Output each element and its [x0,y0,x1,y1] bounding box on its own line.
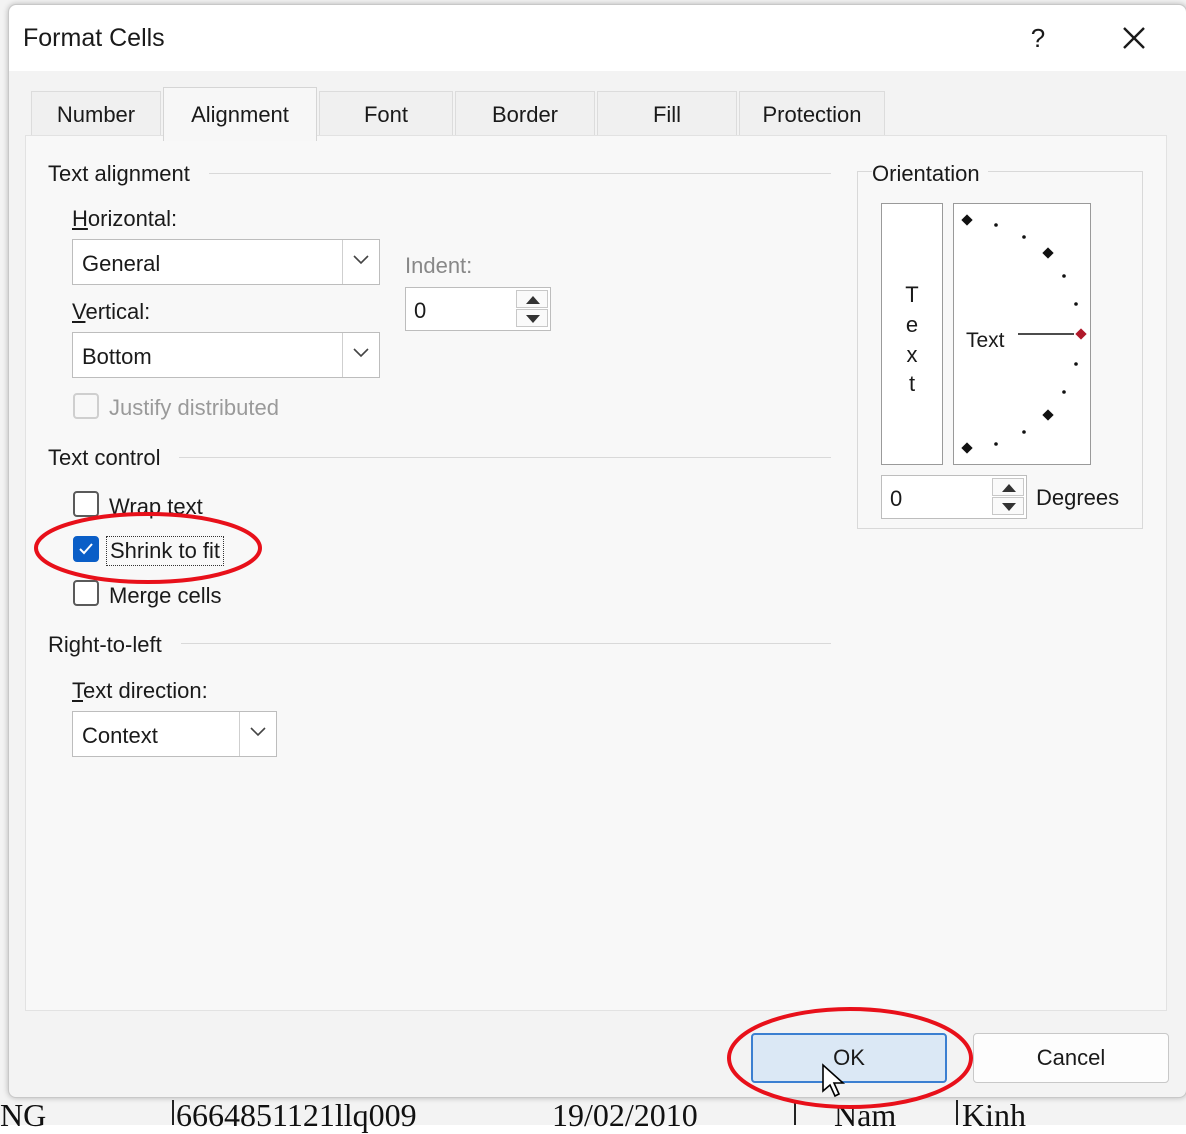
dial-dot [1062,274,1066,278]
checkmark-icon [79,543,93,555]
orientation-heading: Orientation [872,161,988,187]
justify-distributed-checkbox[interactable] [73,393,99,419]
dial-dot [1062,390,1066,394]
sheet-cell: 6664851121llq009 [176,1097,417,1133]
ok-button[interactable]: OK [751,1033,947,1083]
text-control-heading: Text control [48,445,169,471]
indent-label: Indent: [405,253,473,278]
shrink-to-fit-label[interactable]: Shrink to fit [106,536,225,566]
vertical-text-orientation-button[interactable]: T e x t [881,203,943,465]
orientation-dial[interactable]: Text [953,203,1091,465]
sheet-gridline [956,1100,958,1125]
justify-distributed-label: Justify distributed [109,395,279,420]
section-divider [181,643,831,644]
degrees-value: 0 [890,486,903,511]
vertical-text-char: t [908,371,916,396]
chevron-down-icon [250,727,266,737]
shrink-to-fit-checkbox[interactable] [73,536,99,562]
dial-marker [961,214,973,226]
vertical-dropdown-button[interactable] [342,333,379,377]
cancel-button[interactable]: Cancel [973,1033,1169,1083]
wrap-text-label[interactable]: Wrap text [109,494,203,520]
vertical-label: Vertical: [72,299,151,324]
section-divider [179,457,831,458]
arrow-down-icon [1002,503,1016,511]
arrow-down-icon [526,315,540,323]
close-button[interactable] [1117,21,1151,55]
degrees-label: Degrees [1036,485,1120,510]
wrap-text-checkbox[interactable] [73,491,99,517]
indent-decrement-button[interactable] [516,309,548,327]
dial-dot [1022,430,1026,434]
horizontal-label: Horizontal: [72,206,178,231]
section-divider [209,173,831,174]
dial-dot [994,442,998,446]
tab-alignment[interactable]: Alignment [163,87,317,141]
dial-dot [1074,302,1078,306]
vertical-text-char: T [905,282,919,307]
indent-spinner[interactable]: 0 [405,287,551,331]
dialog-titlebar: Format Cells ? [9,5,1186,71]
dialog-title: Format Cells [23,24,165,52]
arrow-up-icon [526,296,540,304]
horizontal-label-text: orizontal: [87,206,178,231]
dial-active-marker [1075,328,1087,340]
tab-protection[interactable]: Protection [739,91,885,137]
tab-border[interactable]: Border [455,91,595,137]
vertical-text-char: e [905,312,919,337]
text-direction-value: Context [82,723,158,748]
sheet-gridline [172,1100,174,1125]
dial-dot [1074,362,1078,366]
sheet-cell: Kinh [962,1097,1026,1133]
chevron-down-icon [353,255,369,265]
degrees-increment-button[interactable] [992,478,1024,496]
horizontal-select[interactable]: General [72,239,380,285]
vertical-value: Bottom [82,344,152,369]
vertical-text-char: x [906,342,918,367]
vertical-label-text: ertical: [85,299,151,324]
degrees-decrement-button[interactable] [992,497,1024,515]
tab-fill[interactable]: Fill [597,91,737,137]
merge-cells-label[interactable]: Merge cells [109,583,221,609]
horizontal-dropdown-button[interactable] [342,240,379,284]
sheet-cell: NG [0,1097,47,1133]
format-cells-dialog: Format Cells ? Number Alignment Font Bor… [8,4,1186,1098]
vertical-select[interactable]: Bottom [72,332,380,378]
sheet-gridline [794,1100,796,1125]
sheet-cell: Nam [834,1097,897,1133]
sheet-cell: 19/02/2010 [552,1097,698,1133]
dial-marker [1042,247,1054,259]
text-direction-label-text: ext direction: [83,678,208,703]
dial-dot [994,223,998,227]
merge-cells-checkbox[interactable] [73,580,99,606]
dial-text: Text [966,329,1005,352]
help-button[interactable]: ? [1023,23,1053,54]
text-direction-label: Text direction: [72,678,208,703]
text-direction-dropdown-button[interactable] [239,712,276,756]
dial-marker [961,442,973,454]
text-direction-select[interactable]: Context [72,711,277,757]
degrees-spinner[interactable]: 0 [881,475,1027,519]
indent-increment-button[interactable] [516,290,548,308]
tab-number[interactable]: Number [31,91,161,137]
dial-marker [1042,409,1054,421]
arrow-up-icon [1002,484,1016,492]
tab-font[interactable]: Font [319,91,453,137]
text-alignment-heading: Text alignment [48,161,198,187]
dial-dot [1022,235,1026,239]
horizontal-value: General [82,251,161,276]
right-to-left-heading: Right-to-left [48,632,170,658]
chevron-down-icon [353,348,369,358]
close-icon [1123,27,1145,49]
indent-value: 0 [414,298,427,323]
